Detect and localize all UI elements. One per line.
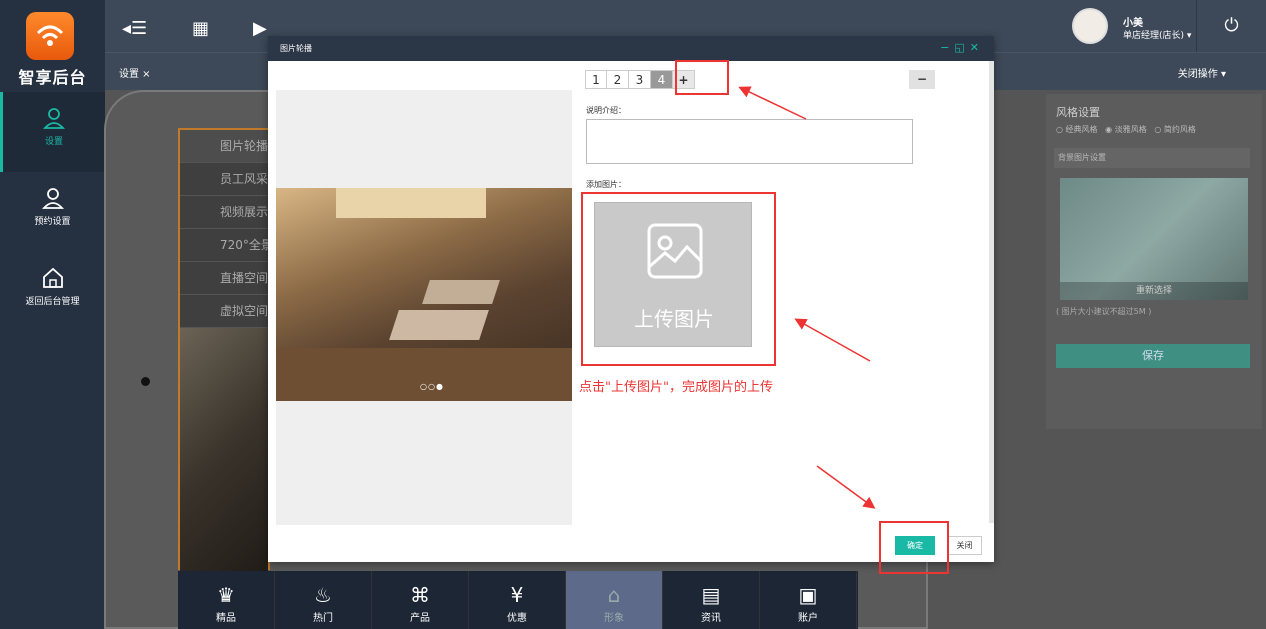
nav-item-premium[interactable]: ♛ 精品	[178, 571, 275, 629]
slide-tab[interactable]: 1	[585, 70, 607, 89]
minimize-icon[interactable]: −	[940, 41, 954, 54]
nav-item-image[interactable]: ⌂ 形象	[566, 571, 663, 629]
annotation-text: 点击"上传图片"，完成图片的上传	[579, 380, 773, 395]
modal-header: 图片轮播 −◱✕	[268, 36, 994, 61]
bg-image-label: 背景图片设置	[1054, 148, 1250, 168]
massage-bed	[389, 310, 489, 340]
save-button[interactable]: 保存	[1056, 344, 1250, 368]
massage-bed	[422, 280, 500, 304]
add-image-label: 添加图片：	[586, 180, 626, 189]
description-textarea[interactable]	[586, 119, 913, 164]
nav-item-account[interactable]: ▣ 账户	[760, 571, 857, 629]
flame-icon: ♨	[314, 583, 332, 607]
style-settings-title: 风格设置	[1056, 106, 1100, 119]
home-icon	[42, 267, 63, 288]
nav-item-products[interactable]: ⌘ 产品	[372, 571, 469, 629]
phone-camera-dot	[141, 377, 150, 386]
nav-item-news[interactable]: ▤ 资讯	[663, 571, 760, 629]
grid-icon[interactable]: ▦	[192, 18, 209, 39]
radio-simple[interactable]: ○ 简约风格	[1154, 125, 1196, 134]
sidebar-item-label: 预约设置	[34, 217, 71, 227]
bottom-nav: ♛ 精品 ♨ 热门 ⌘ 产品 ¥ 优惠 ⌂ 形象 ▤ 资讯 ▣ 账户	[178, 571, 858, 629]
close-button[interactable]: 关闭	[947, 536, 982, 555]
menu-item[interactable]: 员工风采	[180, 163, 268, 196]
menu-item[interactable]: 视频展示	[180, 196, 268, 229]
wifi-logo-icon	[26, 12, 74, 60]
collapse-menu-icon[interactable]: ◂☰	[122, 18, 147, 39]
user-name[interactable]: 小美	[1123, 14, 1143, 29]
menu-item[interactable]: 720°全景	[180, 229, 268, 262]
radio-label: 淡雅风格	[1114, 125, 1147, 134]
size-hint: ( 图片大小建议不超过5M )	[1056, 307, 1152, 316]
module-menu: 图片轮播 员工风采 视频展示 720°全景 直播空间 虚拟空间	[178, 128, 270, 578]
room-floor	[276, 348, 572, 401]
user-icon	[42, 108, 66, 129]
nav-label: 精品	[216, 613, 236, 624]
close-ops-label: 关闭操作	[1177, 69, 1218, 80]
sidebar-item-back-admin[interactable]: 返回后台管理	[0, 252, 105, 332]
maximize-icon[interactable]: ◱	[954, 41, 969, 54]
nav-label: 优惠	[507, 613, 527, 624]
radio-elegant[interactable]: ◉ 淡雅风格	[1105, 125, 1147, 134]
slide-tab-active[interactable]: 4	[651, 70, 673, 89]
nav-label: 产品	[410, 613, 430, 624]
menu-item[interactable]: 图片轮播	[180, 130, 268, 163]
user-role-label: 单店经理(店长)	[1123, 31, 1185, 41]
storefront-icon: ⌂	[607, 583, 621, 607]
sidebar-item-label: 返回后台管理	[25, 297, 80, 307]
apps-icon: ⌘	[410, 583, 430, 607]
highlight-confirm	[879, 521, 949, 574]
nav-label: 账户	[798, 613, 818, 624]
bathroom-preview-image	[180, 328, 268, 578]
power-icon[interactable]: ⏻	[1196, 0, 1266, 52]
style-radio-group: ○ 经典风格 ◉ 淡雅风格 ○ 简约风格	[1056, 124, 1196, 135]
video-icon[interactable]: ▶	[253, 18, 267, 39]
nav-label: 形象	[604, 613, 624, 624]
style-settings-panel: 风格设置 ○ 经典风格 ◉ 淡雅风格 ○ 简约风格 背景图片设置 重新选择 ( …	[1046, 94, 1262, 429]
modal-scrollbar[interactable]	[989, 61, 994, 523]
sidebar-item-booking[interactable]: 预约设置	[0, 172, 105, 252]
sidebar-item-label: 设置	[44, 137, 63, 147]
coupon-icon: ¥	[510, 583, 524, 607]
menu-item[interactable]: 虚拟空间	[180, 295, 268, 328]
slide-tab[interactable]: 2	[607, 70, 629, 89]
carousel-preview-image: ○○●	[276, 188, 572, 401]
tab-settings[interactable]: 设置 ×	[119, 65, 151, 80]
nav-item-discounts[interactable]: ¥ 优惠	[469, 571, 566, 629]
menu-item[interactable]: 直播空间	[180, 262, 268, 295]
radio-label: 简约风格	[1163, 125, 1196, 134]
radio-label: 经典风格	[1065, 125, 1098, 134]
close-icon[interactable]: ✕	[970, 41, 984, 54]
crown-icon: ♛	[217, 583, 235, 607]
brand-name: 智享后台	[18, 68, 87, 87]
nav-label: 资讯	[701, 613, 721, 624]
carousel-indicator-dots[interactable]: ○○●	[420, 382, 444, 391]
user-icon	[41, 188, 64, 209]
remove-slide-button[interactable]: −	[909, 70, 935, 89]
modal-title: 图片轮播	[280, 44, 312, 53]
modal-window-controls: −◱✕	[940, 41, 984, 54]
carousel-preview-area: ○○●	[276, 90, 572, 525]
avatar[interactable]	[1072, 8, 1108, 44]
nav-label: 热门	[313, 613, 333, 624]
reselect-button[interactable]: 重新选择	[1060, 282, 1248, 300]
app-root: 智享后台 设置 预约设置 返回后台管理 ◂☰ ▦ ▶ 小美 单店经理(店长) ▾…	[0, 0, 1266, 629]
highlight-upload	[581, 192, 776, 366]
id-card-icon: ▣	[798, 583, 818, 607]
document-icon: ▤	[701, 583, 721, 607]
description-label: 说明介绍：	[586, 106, 626, 115]
user-role-dropdown[interactable]: 单店经理(店长) ▾	[1123, 28, 1191, 41]
close-operations-dropdown[interactable]: 关闭操作 ▾	[1178, 65, 1226, 80]
sidebar-item-settings[interactable]: 设置	[0, 92, 105, 172]
tab-label: 设置	[119, 69, 139, 80]
slide-tab[interactable]: 3	[629, 70, 651, 89]
sidebar: 智享后台 设置 预约设置 返回后台管理	[0, 0, 105, 629]
nav-item-hot[interactable]: ♨ 热门	[275, 571, 372, 629]
room-ceiling	[336, 188, 486, 218]
highlight-add-tab	[675, 60, 729, 95]
radio-classic[interactable]: ○ 经典风格	[1056, 125, 1098, 134]
